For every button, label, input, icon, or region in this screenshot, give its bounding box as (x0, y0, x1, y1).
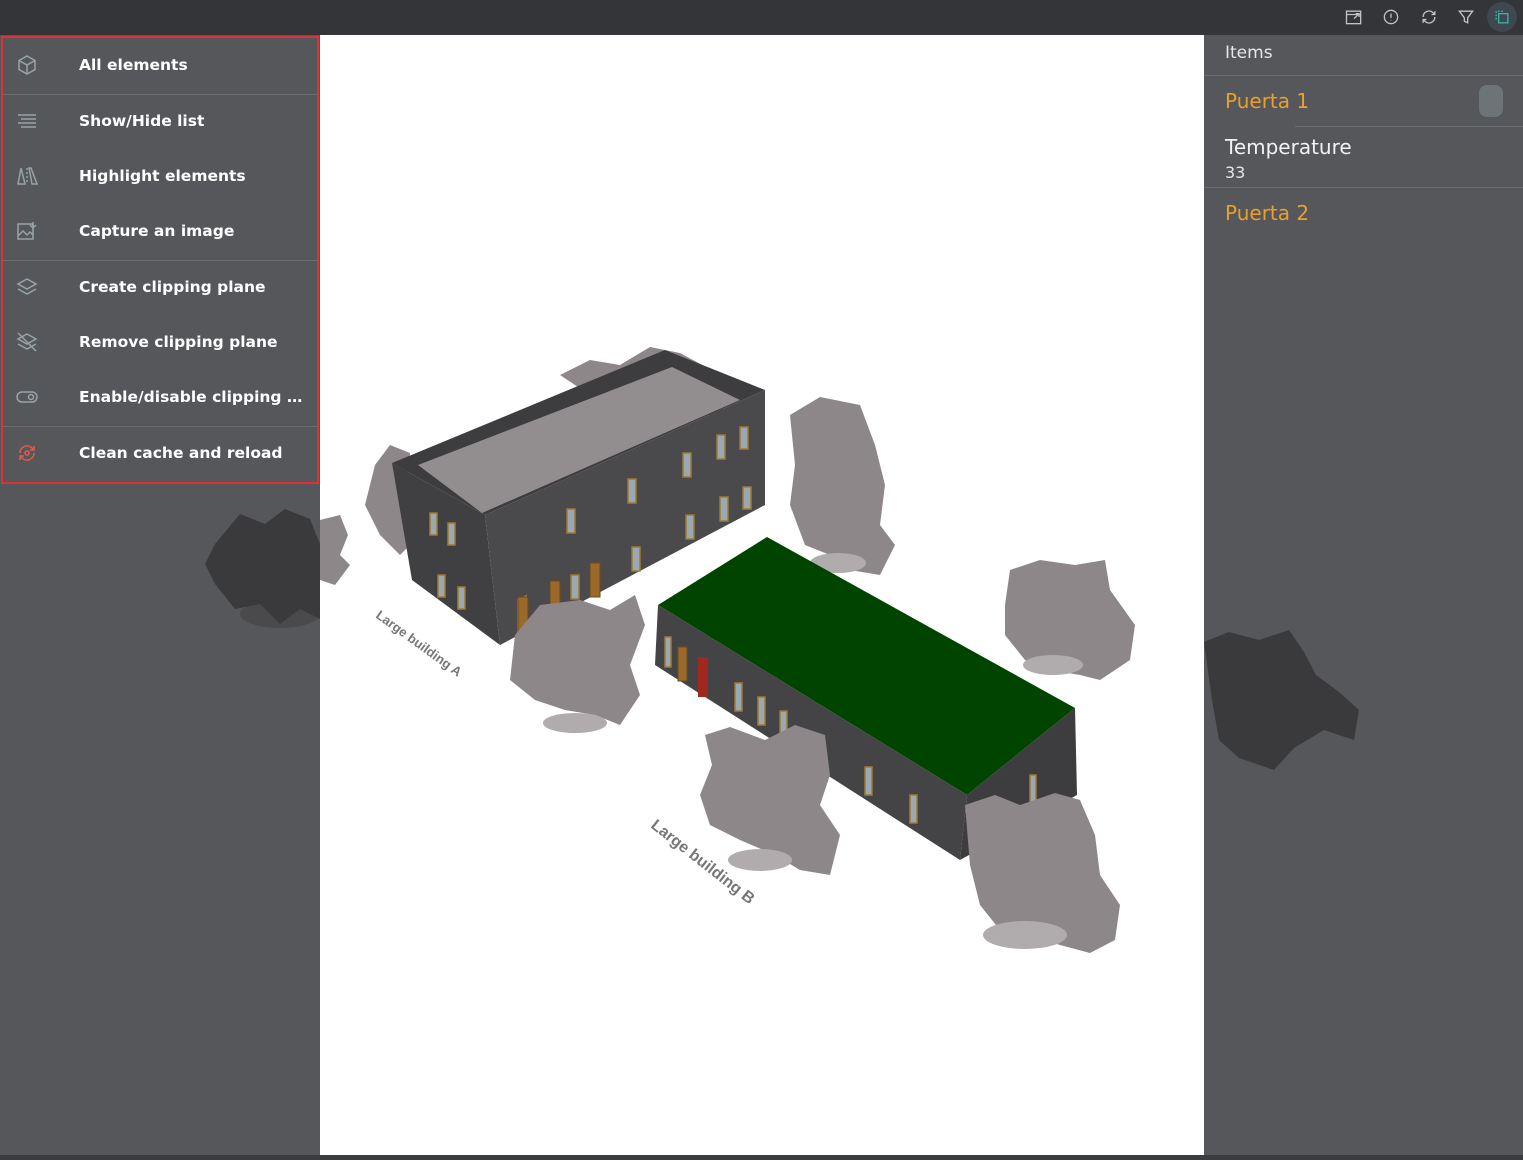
list-item-puerta-1[interactable]: Puerta 1 (1225, 89, 1309, 113)
items-panel-header: Items (1225, 43, 1273, 63)
building-a-label: Large building A (373, 607, 465, 679)
divider (1204, 75, 1523, 76)
items-panel: Items Puerta 1 Temperature 33 Puerta 2 (1204, 35, 1523, 1155)
list-icon (14, 108, 40, 134)
menu-item-show-hide-list[interactable]: Show/Hide list (3, 94, 317, 149)
divider (1204, 187, 1523, 188)
menu-item-create-clipping-plane[interactable]: Create clipping plane (3, 260, 317, 315)
menu-item-label: Clean cache and reload (79, 444, 283, 462)
capture-image-icon (14, 218, 40, 244)
list-item-temperature-title[interactable]: Temperature (1225, 135, 1352, 159)
info-icon[interactable] (1377, 4, 1405, 30)
menu-item-label: Enable/disable clipping pl... (79, 388, 309, 406)
layers-off-icon (14, 329, 40, 355)
context-menu: All elements Show/Hide list Highlight el… (1, 36, 319, 484)
menu-item-label: Remove clipping plane (79, 333, 278, 351)
list-item-puerta-2[interactable]: Puerta 2 (1225, 201, 1309, 225)
layers-icon[interactable] (1487, 2, 1517, 32)
list-item-temperature-value: 33 (1225, 163, 1246, 182)
menu-item-toggle-clipping-plane[interactable]: Enable/disable clipping pl... (3, 370, 317, 425)
bottom-edge (0, 1155, 1523, 1160)
divider (1295, 126, 1523, 127)
filter-icon[interactable] (1452, 4, 1480, 30)
menu-item-clean-cache-reload[interactable]: Clean cache and reload (3, 426, 317, 481)
scrollbar-thumb[interactable] (1479, 85, 1503, 117)
menu-item-label: Show/Hide list (79, 112, 205, 130)
cube-icon (14, 52, 40, 78)
highlight-icon (14, 163, 40, 189)
scene-tree-overlap (1204, 630, 1359, 770)
menu-item-label: All elements (79, 56, 188, 74)
3d-viewport[interactable]: Large building A Large building B (320, 35, 1204, 1155)
scene-background-left (0, 484, 320, 1160)
menu-item-label: Capture an image (79, 222, 235, 240)
menu-item-label: Highlight elements (79, 167, 246, 185)
layers-icon (14, 274, 40, 300)
menu-item-remove-clipping-plane[interactable]: Remove clipping plane (3, 315, 317, 370)
menu-item-label: Create clipping plane (79, 278, 266, 296)
reload-icon (14, 440, 40, 466)
top-toolbar (0, 0, 1523, 35)
menu-item-all-elements[interactable]: All elements (3, 38, 317, 93)
open-external-icon[interactable] (1340, 4, 1368, 30)
menu-item-highlight-elements[interactable]: Highlight elements (3, 149, 317, 204)
refresh-icon[interactable] (1415, 4, 1443, 30)
toggle-icon (14, 384, 40, 410)
menu-item-capture-image[interactable]: Capture an image (3, 204, 317, 259)
